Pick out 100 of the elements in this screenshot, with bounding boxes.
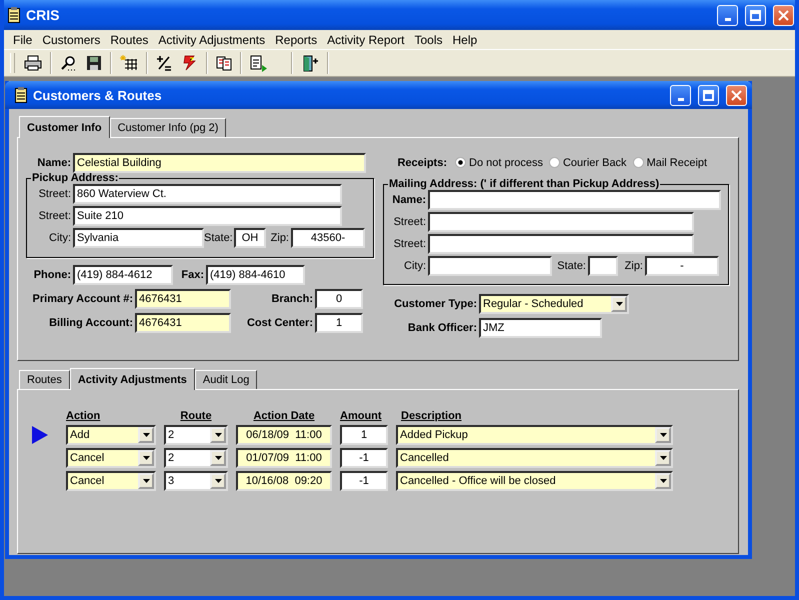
input-field[interactable] [428,190,721,210]
input-field[interactable]: 01/07/09 11:00 [236,448,332,468]
menu-item[interactable]: Activity Report [322,32,410,46]
document-play-icon [250,54,268,72]
row-pointer-icon [32,426,48,444]
input-field[interactable] [588,256,618,276]
dropdown[interactable]: 3 [164,471,228,491]
menu-item[interactable]: Tools [410,32,448,46]
input-field[interactable] [428,256,552,276]
menu-item[interactable]: Reports [270,32,322,46]
dropdown[interactable]: Cancelled [396,448,673,468]
caret-icon [660,479,666,483]
window-title: Customers & Routes [33,88,162,102]
input-field[interactable]: Sylvania [73,228,204,248]
minimize-icon [724,18,730,20]
minimize-button[interactable] [670,84,691,106]
group-title: Mailing Address: (' if different than Pickup Address) [388,178,660,190]
tab[interactable]: Routes [19,370,70,389]
minimize-icon [678,98,684,100]
dropdown[interactable]: Add [66,425,156,445]
caret-icon [214,479,222,483]
dropdown-button[interactable] [210,427,226,443]
tab-panel: Name: Celestial Building Pickup Address: Street: 860 Waterview Ct. Street: Suite 210 City: Sylvania State: OH Zip: 43560- Phone: (419) 884-4612 Fax: (419) 884-4610 Primary Account #: 4676431 Branch: 0 Billing Account: 4676431 Cost Center: 1 Receipts: Do not process Courier Back Mail Receipt Mailing Address: (' if different than Pickup Address) Name: Street: Street: City: State: Zip: - Customer Type: Regular - Scheduled Bank Officer: JMZ [17,137,739,361]
dropdown[interactable]: Cancel [66,471,156,491]
dropdown[interactable]: 2 [164,448,228,468]
input-field[interactable]: 4676431 [135,312,231,332]
input-field[interactable]: - [645,256,719,276]
dropdown-button[interactable] [655,427,671,443]
search-icon [60,55,76,71]
dropdown[interactable]: Regular - Scheduled [479,294,629,314]
caret-icon [616,302,622,306]
radio-button[interactable] [632,157,644,168]
dropdown-button[interactable] [655,450,671,466]
menu-item[interactable]: File [8,32,38,46]
plus-minus-icon [156,55,172,71]
input-field[interactable]: OH [234,228,266,248]
dropdown-button[interactable] [611,296,627,312]
column-header: Amount [340,410,383,422]
input-field[interactable]: (419) 884-4610 [206,264,305,284]
input-field[interactable]: 06/18/09 11:00 [236,425,332,445]
input-field[interactable]: 860 Waterview Ct. [73,184,342,204]
menu-item[interactable]: Help [448,32,482,46]
minimize-button[interactable] [717,4,738,26]
dropdown[interactable]: Cancelled - Office will be closed [396,471,673,491]
caret-icon [660,433,666,437]
clipboard-icon [15,87,27,103]
close-button[interactable] [726,84,747,106]
clipboard-icon [8,7,20,23]
input-field[interactable] [428,212,694,232]
radio-option[interactable]: Do not process [455,156,543,168]
tab[interactable]: Customer Info (pg 2) [110,118,226,137]
lightning-icon [182,55,198,71]
tab[interactable]: Activity Adjustments [70,368,195,390]
caret-icon [214,456,222,460]
caret-icon [142,456,150,460]
dropdown[interactable]: Added Pickup [396,425,673,445]
input-field[interactable]: 4676431 [135,288,231,308]
close-button[interactable] [773,4,794,26]
menu-item[interactable]: Routes [105,32,154,46]
input-field[interactable]: JMZ [479,318,602,338]
column-header: Action Date [252,410,316,422]
maximize-button[interactable] [698,84,719,106]
documents-icon [216,55,232,71]
input-field[interactable]: 1 [315,312,363,332]
tab[interactable]: Audit Log [194,370,258,389]
close-icon [778,10,789,20]
group-title: Pickup Address: [31,172,120,184]
menu-item[interactable]: Activity Adjustments [153,32,270,46]
dropdown[interactable]: Cancel [66,448,156,468]
dropdown[interactable]: 2 [164,425,228,445]
dropdown-button[interactable] [138,450,154,466]
input-field[interactable]: 43560- [291,228,365,248]
caret-icon [142,479,150,483]
radio-button[interactable] [455,157,466,168]
input-field[interactable]: -1 [340,448,388,468]
input-field[interactable]: Suite 210 [73,206,342,226]
input-field[interactable]: 10/16/08 09:20 [236,471,332,491]
grid-icon [120,55,138,71]
menu-item[interactable]: Customers [37,32,106,46]
dropdown-button[interactable] [210,450,226,466]
input-field[interactable] [428,234,694,254]
dropdown-button[interactable] [138,473,154,489]
dropdown-button[interactable] [655,473,671,489]
input-field[interactable]: 0 [315,288,363,308]
input-field[interactable]: -1 [340,471,388,491]
radio-option[interactable]: Mail Receipt [632,156,708,168]
input-field[interactable]: 1 [340,425,388,445]
radio-option[interactable]: Courier Back [548,156,627,168]
maximize-icon [703,90,714,100]
tab[interactable]: Customer Info [19,116,110,138]
group-box: Pickup Address: Street: 860 Waterview Ct. Street: Suite 210 City: Sylvania State: OH Zip: 43560- [26,172,374,258]
input-field[interactable]: Celestial Building [73,152,366,172]
radio-button[interactable] [548,157,560,168]
dropdown-button[interactable] [210,473,226,489]
caret-icon [142,433,150,437]
printer-icon [24,55,42,71]
input-field[interactable]: (419) 884-4612 [73,264,173,284]
maximize-button[interactable] [745,4,766,26]
dropdown-button[interactable] [138,427,154,443]
close-icon [731,90,742,100]
